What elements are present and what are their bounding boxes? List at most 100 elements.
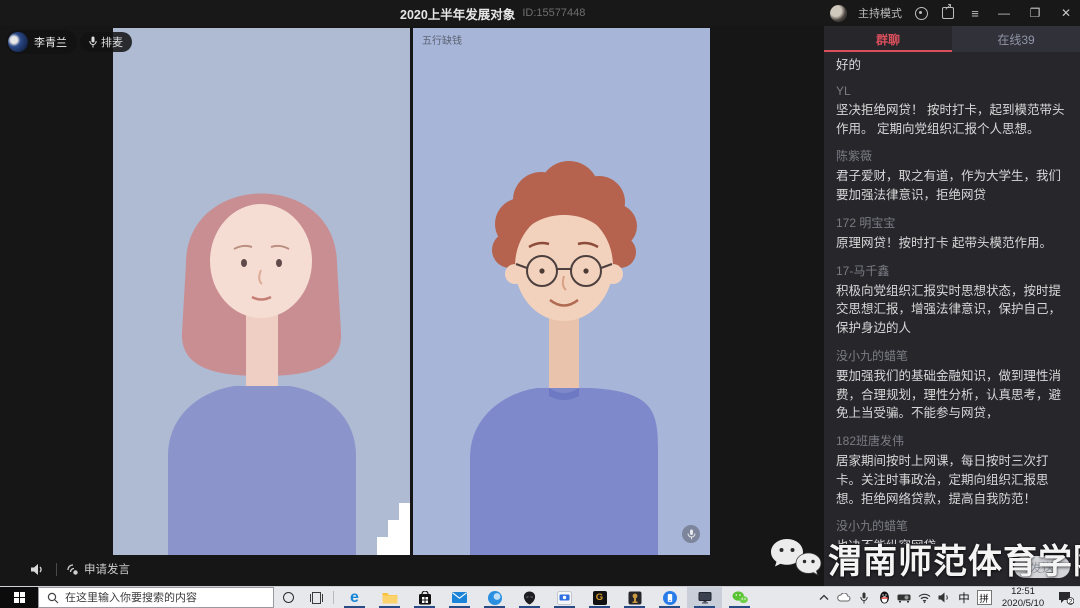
chat-message: 17-马千鑫 积极向党组织汇报实时思想状态，按时提交思想汇报，增强法律意识，保护… (836, 262, 1068, 338)
wifi-icon (918, 593, 931, 603)
host-avatar[interactable] (830, 5, 847, 22)
tray-wifi[interactable] (914, 587, 934, 608)
taskbar-app-g[interactable]: G (582, 587, 617, 608)
g-app-icon: G (593, 591, 607, 605)
taskbar-app-edge[interactable]: e (337, 587, 372, 608)
taskbar-app-screen-capture[interactable] (547, 587, 582, 608)
maximize-button[interactable]: ❐ (1025, 6, 1045, 20)
chat-message-text: 要加强我们的基础金融知识，做到理性消费，合理规划，理性分析，认真思考，避免上当受… (836, 367, 1068, 423)
svg-text:2: 2 (1069, 598, 1073, 605)
clock-time: 12:51 (1011, 586, 1035, 597)
notification-icon: 2 (1058, 591, 1074, 605)
taskbar-app-gold[interactable] (617, 587, 652, 608)
start-button[interactable] (0, 587, 38, 608)
folder-icon (382, 591, 398, 604)
tray-cloud[interactable] (834, 587, 854, 608)
taskbar-app-store[interactable] (407, 587, 442, 608)
chat-message-text: 好的 (836, 56, 1068, 75)
chat-message-text: 也决不能纵容网贷。 (836, 537, 1068, 544)
minimize-button[interactable]: — (994, 6, 1014, 20)
settings-icon[interactable] (913, 5, 929, 21)
titlebar-controls: 主持模式 ≡ — ❐ ✕ (830, 0, 1076, 26)
cortana-button[interactable] (274, 587, 302, 608)
tray-microphone[interactable] (854, 587, 874, 608)
system-tray: 中 拼 12:51 2020/5/10 2 (814, 587, 1080, 608)
windows-logo-icon (14, 592, 25, 603)
man-avatar-illustration (413, 28, 710, 555)
close-button[interactable]: ✕ (1056, 6, 1076, 20)
taskbar-app-meeting[interactable] (687, 587, 722, 608)
taskbar-app-alienware[interactable] (512, 587, 547, 608)
tray-projector[interactable] (894, 587, 914, 608)
taskbar-app-phone[interactable] (652, 587, 687, 608)
menu-icon[interactable]: ≡ (967, 5, 983, 21)
taskbar-search-box[interactable] (38, 587, 274, 608)
tray-ime-language[interactable]: 中 (954, 587, 974, 608)
edge-icon: e (350, 590, 359, 606)
tab-online-list[interactable]: 在线39 (952, 26, 1080, 52)
video-tile-left[interactable] (113, 28, 410, 555)
chat-message-text: 坚决拒绝网贷！ 按时打卡，起到模范带头作用。 定期向党组织汇报个人思想。 (836, 101, 1068, 139)
host-mode-label[interactable]: 主持模式 (858, 5, 902, 21)
wechat-icon (732, 591, 748, 604)
request-speak-button[interactable]: 申请发言 (65, 561, 130, 577)
chevron-up-icon (819, 594, 829, 601)
screen-capture-icon (557, 591, 572, 605)
muted-mic-badge (682, 525, 700, 543)
chat-message-sender: YL (836, 84, 1068, 98)
meeting-window: 2020上半年发展对象 ID:15577448 主持模式 ≡ — ❐ ✕ (0, 0, 1080, 608)
chat-message-list[interactable]: 好的 YL 坚决拒绝网贷！ 按时打卡，起到模范带头作用。 定期向党组织汇报个人思… (824, 54, 1080, 544)
taskbar-app-file-explorer[interactable] (372, 587, 407, 608)
speaker-icon[interactable] (30, 563, 46, 576)
store-icon (418, 591, 432, 605)
tab-group-chat[interactable]: 群聊 (824, 26, 952, 52)
local-user-name: 李青兰 (34, 34, 67, 50)
notification-center-button[interactable]: 2 (1052, 587, 1080, 608)
local-user-badge[interactable]: 李青兰 (6, 30, 77, 54)
mic-queue-label: 排麦 (101, 34, 123, 50)
request-speak-label: 申请发言 (84, 561, 130, 577)
title-bar: 2020上半年发展对象 ID:15577448 主持模式 ≡ — ❐ ✕ (0, 0, 1080, 26)
chat-message-sender: 没小九的蜡笔 (836, 347, 1068, 364)
send-button[interactable]: 发送 (1014, 556, 1070, 578)
taskbar-app-mail[interactable] (442, 587, 477, 608)
tray-ime-mode[interactable]: 拼 (974, 587, 994, 608)
raise-hand-icon (65, 562, 79, 576)
windows-taskbar: e G (0, 586, 1080, 608)
white-stairs-graphic (377, 503, 410, 555)
meeting-title: 2020上半年发展对象 (400, 4, 515, 23)
chat-message: 172 明宝宝 原理网贷！按时打卡 起带头模范作用。 (836, 214, 1068, 253)
taskbar-app-wechat[interactable] (722, 587, 757, 608)
mic-icon (860, 592, 868, 604)
meeting-title-group: 2020上半年发展对象 ID:15577448 (400, 0, 585, 26)
tray-qq[interactable] (874, 587, 894, 608)
bottom-control-bar: 申请发言 (0, 557, 130, 581)
hidden-icons-chevron[interactable] (814, 587, 834, 608)
chat-panel: 群聊 在线39 好的 YL 坚决拒绝网贷！ 按时打卡，起到模范带头作用。 定期向… (824, 26, 1080, 586)
cortana-icon (283, 592, 294, 603)
chat-message-sender: 172 明宝宝 (836, 214, 1068, 231)
mail-icon (452, 592, 467, 603)
tray-clock[interactable]: 12:51 2020/5/10 (994, 587, 1052, 608)
task-view-button[interactable] (302, 587, 330, 608)
remote-user-name: 五行缺钱 (422, 32, 462, 47)
video-stage: 五行缺钱 李青兰 排麦 申请发言 (0, 26, 824, 586)
chat-message-text: 原理网贷！按时打卡 起带头模范作用。 (836, 234, 1068, 253)
meeting-id: ID:15577448 (522, 7, 585, 19)
video-tile-right[interactable]: 五行缺钱 (413, 28, 710, 555)
chat-message-text: 君子爱财，取之有道，作为大学生，我们要加强法律意识，拒绝网贷 (836, 167, 1068, 205)
chat-message: YL 坚决拒绝网贷！ 按时打卡，起到模范带头作用。 定期向党组织汇报个人思想。 (836, 84, 1068, 139)
divider (333, 591, 334, 604)
search-input[interactable] (65, 592, 255, 604)
local-user-avatar (8, 32, 28, 52)
divider (56, 563, 57, 576)
chat-message-sender: 没小九的蜡笔 (836, 517, 1068, 534)
projector-icon (897, 593, 911, 603)
taskbar-app-browser[interactable] (477, 587, 512, 608)
tray-speaker[interactable] (934, 587, 954, 608)
share-icon[interactable] (940, 5, 956, 21)
microphone-icon (89, 36, 97, 48)
task-view-icon (310, 592, 323, 604)
qq-penguin-icon (879, 591, 890, 604)
mic-queue-button[interactable]: 排麦 (80, 32, 132, 52)
